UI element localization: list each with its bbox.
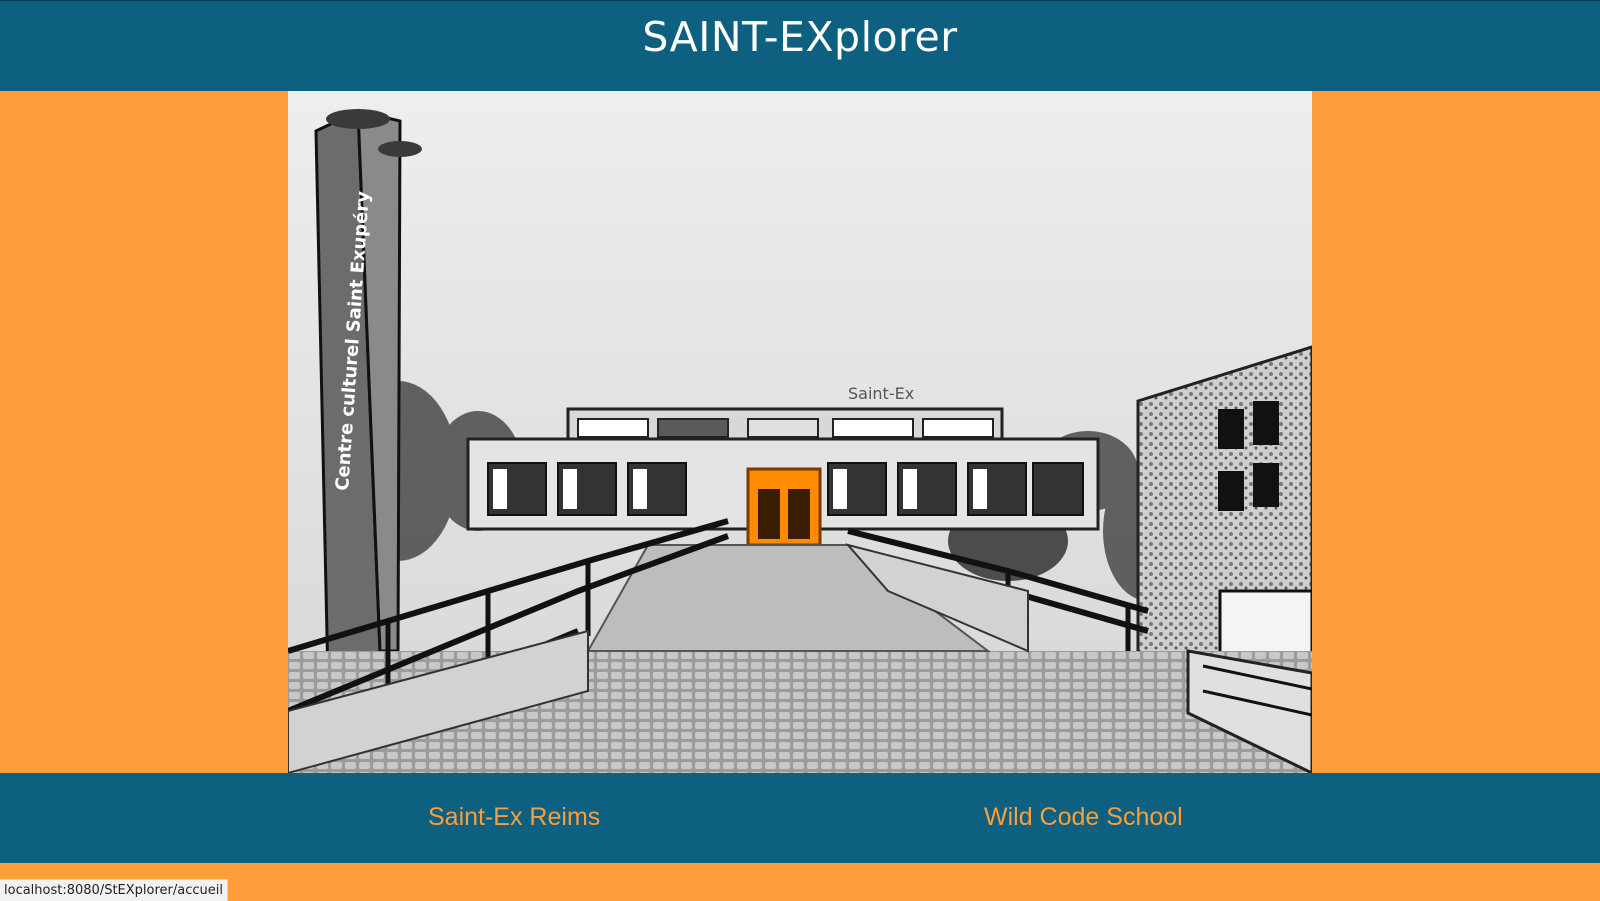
site-header: SAINT-EXplorer [0,0,1600,91]
hero-image: Saint-Ex Centre culturel Saint Exupéry [288,91,1312,773]
browser-status-url: localhost:8080/StEXplorer/accueil [0,879,228,901]
site-title: SAINT-EXplorer [642,13,958,61]
footer-link-wild-code-school[interactable]: Wild Code School [984,803,1183,832]
footer-link-saint-ex-reims[interactable]: Saint-Ex Reims [428,803,600,832]
main-content: Saint-Ex Centre culturel Saint Exupéry [0,91,1600,773]
site-footer: Saint-Ex Reims Wild Code School [0,773,1600,863]
hero-photo: Saint-Ex Centre culturel Saint Exupéry [288,91,1312,773]
building-sign: Saint-Ex [848,384,914,403]
